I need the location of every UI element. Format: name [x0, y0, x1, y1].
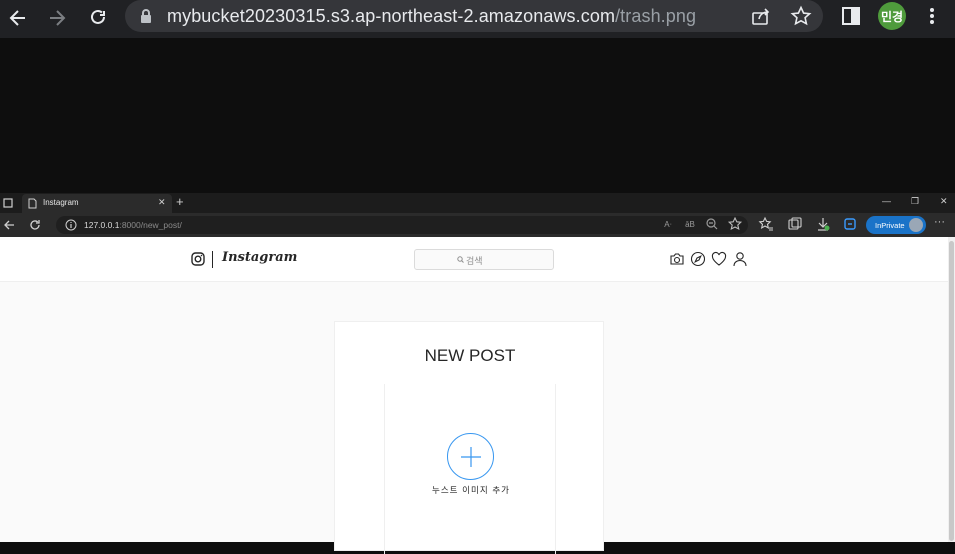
side-panel-icon[interactable] [840, 5, 862, 27]
scrollbar-thumb[interactable] [949, 241, 954, 541]
inner-browser-toolbar: 127.0.0.1:8000/new_post/ Aᐧ āB InPrivate… [0, 213, 955, 237]
translate-icon[interactable]: āB [682, 216, 698, 232]
info-icon[interactable] [65, 219, 77, 231]
back-button[interactable] [4, 4, 32, 32]
logo-divider [212, 251, 213, 268]
inner-url-host: 127.0.0.1 [84, 220, 120, 230]
new-post-card: NEW POST 누스트 이미지 추가 [334, 321, 604, 554]
inprivate-label: InPrivate [875, 221, 905, 230]
url-text: mybucket20230315.s3.ap-northeast-2.amazo… [167, 6, 696, 27]
instagram-header: Instagram 검색 [0, 237, 948, 282]
add-image-button[interactable] [447, 433, 494, 480]
search-icon [457, 256, 464, 263]
arrow-right-icon [50, 10, 66, 26]
explore-compass-icon[interactable] [690, 251, 706, 267]
zoom-icon[interactable] [704, 216, 720, 232]
page-scrollbar[interactable] [948, 237, 955, 542]
upload-label: 누스트 이미지 추가 [432, 486, 510, 496]
instagram-camera-icon[interactable] [191, 252, 205, 266]
inner-browser-tabstrip: Instagram ✕ + — ❐ ✕ [0, 193, 955, 213]
forward-button[interactable] [43, 4, 71, 32]
back-arrow-icon[interactable] [3, 219, 15, 231]
profile-icon[interactable] [732, 251, 748, 267]
address-bar[interactable]: mybucket20230315.s3.ap-northeast-2.amazo… [125, 0, 823, 32]
downloads-icon[interactable] [815, 216, 831, 232]
image-viewer-background [0, 38, 955, 193]
share-icon[interactable] [750, 5, 772, 27]
instagram-page: Instagram 검색 NEW POST 누스트 이미지 추가 [0, 237, 948, 554]
tab-actions-icon[interactable] [3, 198, 13, 208]
camera-icon[interactable] [669, 251, 685, 267]
search-placeholder: 검색 [466, 257, 483, 267]
more-horizontal-icon[interactable]: ··· [934, 216, 945, 228]
url-host: mybucket20230315.s3.ap-northeast-2.amazo… [167, 6, 616, 26]
tab-title: Instagram [43, 198, 79, 207]
new-tab-icon[interactable]: + [176, 194, 184, 209]
heart-icon[interactable] [711, 251, 727, 267]
arrow-left-icon [9, 10, 25, 26]
page-favicon-icon [28, 198, 37, 209]
instagram-logo[interactable]: Instagram [222, 250, 297, 265]
read-aloud-icon[interactable]: Aᐧ [660, 216, 676, 232]
reload-button[interactable] [84, 4, 112, 32]
restore-icon[interactable]: ❐ [911, 196, 919, 207]
url-path: /trash.png [615, 6, 697, 26]
collections-icon[interactable] [787, 216, 803, 232]
extensions-icon[interactable] [842, 216, 858, 232]
add-favorite-icon[interactable] [727, 216, 743, 232]
bookmark-star-icon[interactable] [790, 5, 812, 27]
minimize-icon[interactable]: — [882, 196, 891, 206]
refresh-icon[interactable] [29, 219, 41, 231]
reload-icon [91, 9, 105, 24]
lock-icon [141, 9, 151, 23]
close-tab-icon[interactable]: ✕ [158, 197, 166, 208]
profile-avatar[interactable]: 민경 [878, 2, 906, 30]
tab-instagram[interactable]: Instagram ✕ [22, 194, 172, 213]
plus-icon [460, 446, 481, 467]
inprivate-badge[interactable]: InPrivate [866, 216, 926, 234]
more-vertical-icon[interactable] [924, 5, 940, 27]
inprivate-avatar [909, 218, 923, 232]
image-upload-area[interactable]: 누스트 이미지 추가 [384, 384, 556, 554]
outer-browser-toolbar: mybucket20230315.s3.ap-northeast-2.amazo… [0, 0, 955, 38]
favorites-icon[interactable] [758, 216, 774, 232]
card-title: NEW POST [424, 346, 516, 365]
inner-url-rest: :8000/new_post/ [119, 220, 182, 230]
search-input[interactable]: 검색 [414, 249, 554, 270]
inner-address-bar[interactable]: 127.0.0.1:8000/new_post/ [56, 216, 748, 234]
close-window-icon[interactable]: ✕ [940, 196, 948, 207]
inner-url-text: 127.0.0.1:8000/new_post/ [84, 220, 182, 230]
